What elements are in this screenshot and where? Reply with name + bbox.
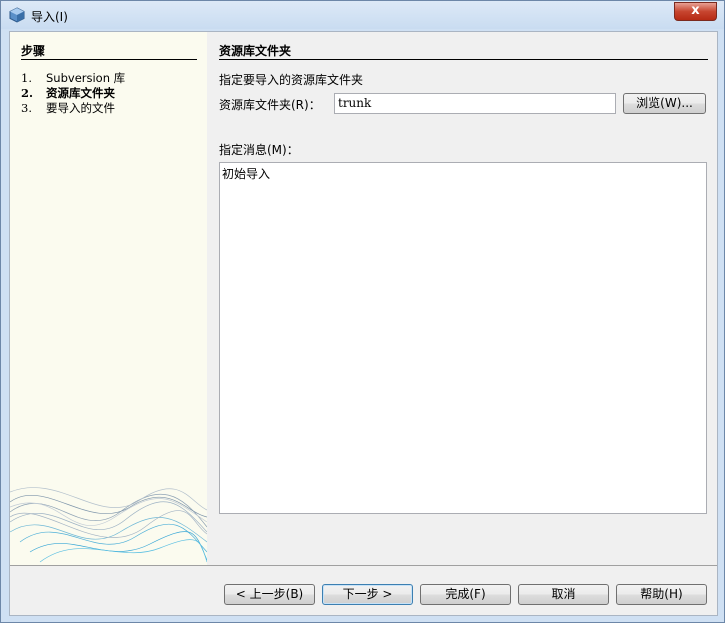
step-label: 资源库文件夹 <box>46 86 115 100</box>
step-item-1: 1. Subversion 库 <box>21 70 125 86</box>
message-label: 指定消息(M)： <box>219 143 299 157</box>
next-button[interactable]: 下一步 > <box>322 584 413 605</box>
close-icon: x <box>691 3 700 18</box>
import-dialog: 导入(I) x 步骤 1. Subversion 库 2. 资源库文件夹 3. 要导入… <box>0 0 725 623</box>
finish-button[interactable]: 完成(F) <box>420 584 511 605</box>
footer-divider <box>10 565 717 566</box>
step-item-3: 3. 要导入的文件 <box>21 100 115 116</box>
help-button[interactable]: 帮助(H) <box>616 584 707 605</box>
steps-divider <box>21 59 197 60</box>
step-number: 3. <box>21 101 32 115</box>
message-textarea[interactable]: 初始导入 <box>219 162 707 514</box>
window-title: 导入(I) <box>31 10 68 24</box>
section-divider <box>219 59 708 60</box>
step-label: Subversion 库 <box>46 71 126 85</box>
title-bar[interactable]: 导入(I) x <box>1 1 724 29</box>
steps-title: 步骤 <box>21 44 46 58</box>
step-label: 要导入的文件 <box>46 101 115 115</box>
decorative-waves-image <box>10 487 207 563</box>
close-button[interactable]: x <box>674 2 717 21</box>
dialog-content: 步骤 1. Subversion 库 2. 资源库文件夹 3. 要导入的文件 资… <box>9 31 718 616</box>
cancel-button[interactable]: 取消 <box>518 584 609 605</box>
main-panel: 资源库文件夹 指定要导入的资源库文件夹 资源库文件夹(R)： trunk 浏览(… <box>219 32 719 565</box>
instruction-text: 指定要导入的资源库文件夹 <box>219 73 364 87</box>
step-item-2: 2. 资源库文件夹 <box>21 85 115 101</box>
steps-panel: 步骤 1. Subversion 库 2. 资源库文件夹 3. 要导入的文件 <box>10 32 207 565</box>
back-button[interactable]: < 上一步(B) <box>224 584 315 605</box>
step-number: 2. <box>21 86 34 100</box>
browse-button[interactable]: 浏览(W)... <box>623 93 706 114</box>
folder-label: 资源库文件夹(R)： <box>219 98 321 112</box>
folder-input[interactable]: trunk <box>334 93 616 114</box>
step-number: 1. <box>21 71 32 85</box>
section-title: 资源库文件夹 <box>219 44 292 58</box>
netbeans-cube-icon <box>9 7 25 23</box>
